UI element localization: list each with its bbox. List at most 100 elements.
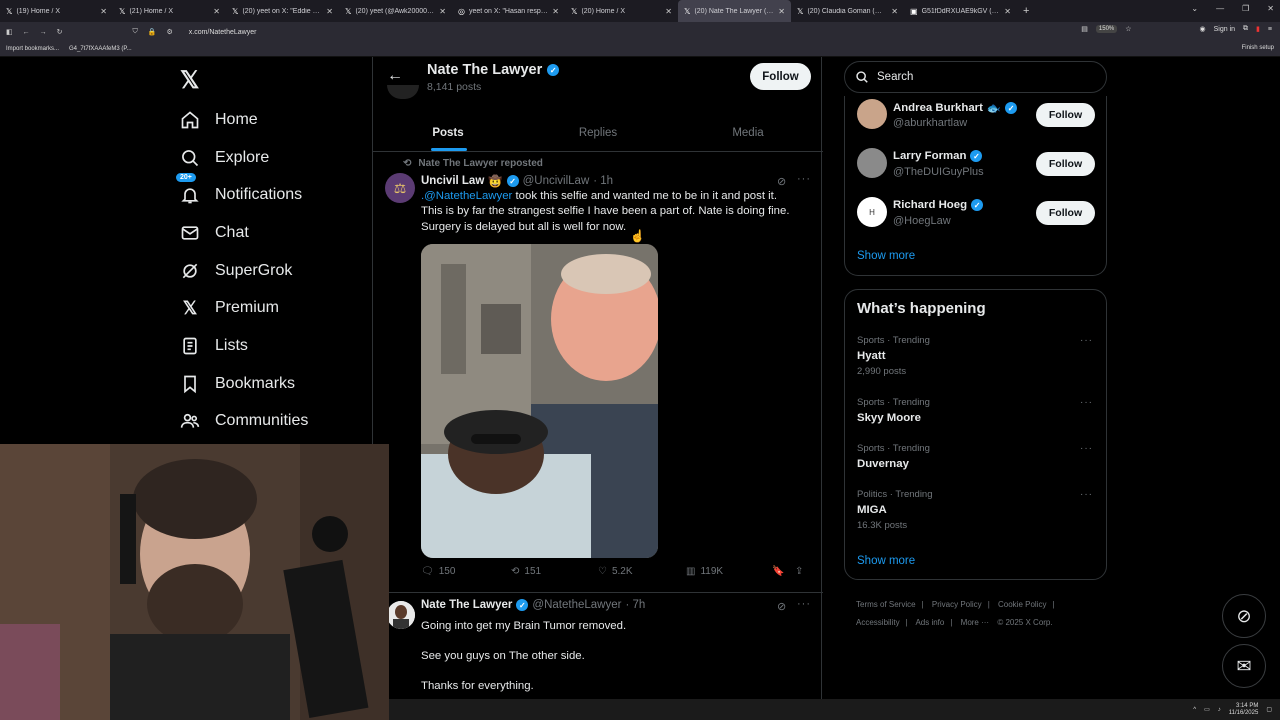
close-window-icon[interactable]: ✕	[1267, 4, 1274, 13]
tweet-author-name[interactable]: Nate The Lawyer	[421, 599, 512, 611]
accessibility-link[interactable]: Accessibility	[856, 618, 900, 627]
avatar[interactable]: H	[857, 197, 887, 227]
repost-button[interactable]: ⟲ 151	[511, 566, 541, 577]
close-tab-icon[interactable]: ✕	[439, 7, 446, 16]
nav-explore[interactable]: Explore	[180, 139, 308, 177]
tweet-time[interactable]: · 7h	[625, 599, 645, 611]
grok-fab-button[interactable]: ⊘	[1222, 594, 1266, 638]
browser-tab[interactable]: 𝕏 (21) Home / X ✕	[113, 0, 226, 22]
tab-posts[interactable]: Posts	[373, 115, 523, 151]
url-field[interactable]: x.com/NatetheLawyer	[189, 29, 257, 36]
like-button[interactable]: ♡ 5.2K	[598, 566, 633, 577]
more-options-icon[interactable]: ···	[1080, 489, 1093, 500]
tray-chevron-icon[interactable]: ^	[1193, 707, 1196, 713]
follow-button[interactable]: Follow	[1036, 201, 1095, 225]
star-icon[interactable]: ☆	[1125, 25, 1131, 33]
trend-item[interactable]: Sports · Trending Skyy Moore ···	[857, 397, 1097, 424]
follow-button[interactable]: Follow	[750, 63, 811, 90]
grok-icon[interactable]: ⊘	[777, 175, 786, 188]
trend-item[interactable]: Sports · Trending Hyatt 2,990 posts ···	[857, 335, 1097, 377]
browser-tab[interactable]: ◎ yeet on X: "Hasan respond ✕	[452, 0, 565, 22]
close-tab-icon[interactable]: ✕	[213, 7, 220, 16]
browser-tab[interactable]: ▣G51fDdRXUAE9kGV (JPEG Imag✕	[904, 0, 1017, 22]
share-button[interactable]: ⇪	[795, 566, 803, 577]
back-icon[interactable]: ←	[23, 29, 30, 36]
lock-icon[interactable]: 🔒	[148, 28, 157, 36]
messages-fab-button[interactable]: ✉	[1222, 644, 1266, 688]
suggested-user-name[interactable]: Andrea Burkhart 🐟 ✓	[893, 101, 1018, 115]
volume-icon[interactable]: ♪	[1218, 707, 1221, 713]
close-tab-icon[interactable]: ✕	[326, 7, 333, 16]
browser-tab[interactable]: 𝕏 (20) yeet (@Awk20000) / X ✕	[339, 0, 452, 22]
close-tab-icon[interactable]: ✕	[778, 7, 785, 16]
cookie-link[interactable]: Cookie Policy	[998, 600, 1046, 609]
close-tab-icon[interactable]: ✕	[552, 7, 559, 16]
nav-lists[interactable]: Lists	[180, 327, 308, 365]
tweet-photo[interactable]	[421, 244, 658, 558]
more-options-icon[interactable]: ···	[1080, 397, 1093, 408]
sidebar-toggle-icon[interactable]: ◧	[6, 28, 13, 36]
notifications-icon[interactable]: ▢	[1266, 706, 1272, 713]
more-options-icon[interactable]: ···	[1080, 443, 1093, 454]
bookmark-item[interactable]: G4_7t7fXAAAfeM3 (P...	[69, 46, 132, 52]
tweet-author-handle[interactable]: @NatetheLawyer	[532, 599, 621, 611]
network-icon[interactable]: ▭	[1204, 706, 1210, 713]
close-tab-icon[interactable]: ✕	[1004, 7, 1011, 16]
tweet-author-avatar[interactable]: ⚖	[385, 173, 415, 203]
reader-icon[interactable]: ▤	[1081, 25, 1088, 33]
avatar[interactable]	[857, 148, 887, 178]
tweet-mention-link[interactable]: .@NatetheLawyer	[421, 190, 512, 202]
tweet[interactable]: ⟲ Nate The Lawyer reposted ⚖ Uncivil Law…	[373, 153, 823, 593]
menu-icon[interactable]: ≡	[1268, 26, 1272, 33]
close-tab-icon[interactable]: ✕	[891, 7, 898, 16]
more-options-icon[interactable]: ···	[797, 598, 811, 610]
forward-icon[interactable]: →	[40, 29, 47, 36]
bookmark-import[interactable]: Import bookmarks...	[6, 46, 59, 52]
reload-icon[interactable]: ↻	[57, 28, 63, 36]
more-link[interactable]: More ···	[961, 618, 989, 627]
reply-button[interactable]: 🗨 150	[421, 566, 455, 577]
nav-home[interactable]: Home	[180, 101, 308, 139]
nav-notifications[interactable]: 20+ Notifications	[176, 173, 308, 214]
browser-tab[interactable]: 𝕏 (19) Home / X ✕	[0, 0, 113, 22]
back-arrow-icon[interactable]: ←	[387, 67, 403, 85]
extension-red-icon[interactable]: ▮	[1256, 25, 1260, 33]
x-logo-icon[interactable]: 𝕏	[180, 66, 199, 95]
tweet-author-handle[interactable]: @UncivilLaw	[523, 175, 590, 187]
browser-tab[interactable]: 𝕏(20) Claudia Goman (@topgun✕	[791, 0, 904, 22]
browser-tab[interactable]: 𝕏 (20) Home / X ✕	[565, 0, 678, 22]
suggested-user[interactable]: H Richard Hoeg ✓ @HoegLaw Follow	[857, 197, 1097, 233]
account-icon[interactable]: ◉	[1200, 25, 1206, 33]
nav-communities[interactable]: Communities	[180, 403, 308, 441]
system-clock[interactable]: 3:14 PM 11/16/2025	[1229, 703, 1259, 717]
privacy-link[interactable]: Privacy Policy	[932, 600, 982, 609]
suggested-user[interactable]: Andrea Burkhart 🐟 ✓ @aburkhartlaw Follow	[857, 99, 1097, 135]
browser-tab[interactable]: 𝕏(20) yeet on X: "Eddie gives KF✕	[226, 0, 339, 22]
show-more-link[interactable]: Show more	[857, 555, 915, 567]
terms-link[interactable]: Terms of Service	[856, 600, 916, 609]
new-tab-icon[interactable]: +	[1023, 5, 1029, 17]
more-options-icon[interactable]: ···	[797, 173, 811, 185]
grok-icon[interactable]: ⊘	[777, 600, 786, 613]
suggested-user[interactable]: Larry Forman ✓ @TheDUIGuyPlus Follow	[857, 148, 1097, 184]
more-options-icon[interactable]: ···	[1080, 335, 1093, 346]
browser-tab-active[interactable]: 𝕏(20) Nate The Lawyer (@Nateth✕	[678, 0, 791, 22]
close-tab-icon[interactable]: ✕	[100, 7, 107, 16]
nav-supergrok[interactable]: SuperGrok	[180, 252, 308, 290]
minimize-icon[interactable]: —	[1216, 4, 1224, 13]
extensions-icon[interactable]: ⧉	[1243, 25, 1248, 33]
follow-button[interactable]: Follow	[1036, 152, 1095, 176]
views-button[interactable]: ▥ 119K	[686, 566, 723, 577]
nav-chat[interactable]: Chat	[180, 214, 308, 252]
search-box[interactable]: Search	[844, 61, 1107, 93]
finish-setup-link[interactable]: Finish setup	[1242, 45, 1274, 51]
suggested-user-name[interactable]: Richard Hoeg ✓	[893, 199, 984, 211]
follow-button[interactable]: Follow	[1036, 103, 1095, 127]
tune-icon[interactable]: ⚙	[166, 28, 172, 36]
nav-premium[interactable]: 𝕏 Premium	[180, 289, 308, 327]
tab-list-icon[interactable]: ⌄	[1191, 4, 1198, 13]
avatar[interactable]	[857, 99, 887, 129]
tab-replies[interactable]: Replies	[523, 115, 673, 151]
tweet-time[interactable]: · 1h	[593, 175, 613, 187]
maximize-icon[interactable]: ❐	[1242, 4, 1249, 13]
